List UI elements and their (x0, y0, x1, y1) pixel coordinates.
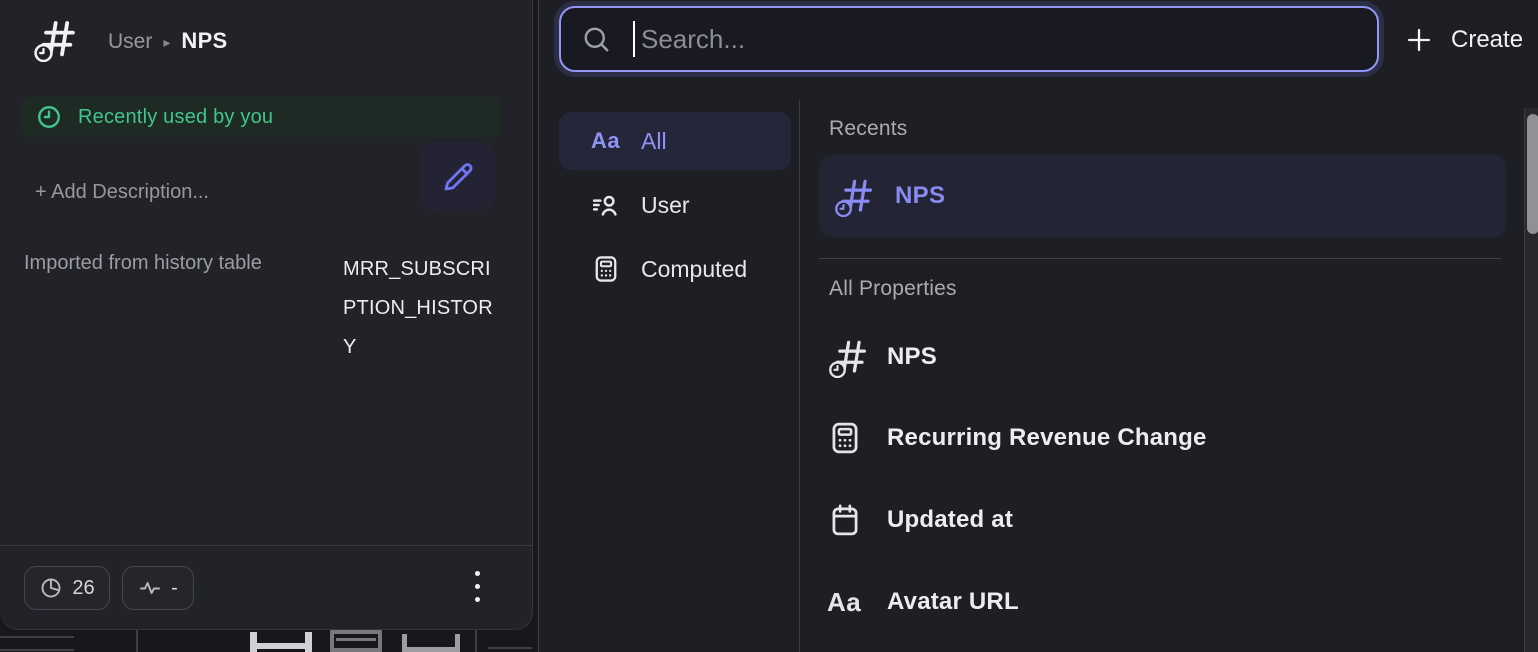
property-item-label: Updated at (887, 506, 1013, 534)
kebab-menu-button[interactable] (468, 565, 486, 607)
hash-clock-icon (827, 336, 869, 378)
recents-item-nps[interactable]: NPS (819, 155, 1506, 237)
breadcrumb-current: NPS (181, 28, 227, 54)
property-item-nps[interactable]: NPS (827, 335, 1506, 379)
background-line (488, 647, 532, 649)
chevron-right-icon: ▸ (163, 34, 170, 51)
results-divider (819, 258, 1501, 259)
hash-clock-icon (833, 175, 875, 217)
property-item-label: Avatar URL (887, 588, 1019, 616)
all-properties-section-title: All Properties (829, 277, 957, 301)
scrollbar-track[interactable] (1524, 108, 1538, 652)
recently-used-badge: Recently used by you (22, 97, 500, 137)
filter-item-user[interactable]: User (559, 176, 791, 234)
filter-label: Computed (641, 256, 747, 283)
property-item-label: NPS (887, 343, 937, 371)
results-panel: Recents NPS All Properties (819, 0, 1506, 652)
user-list-icon (591, 190, 629, 220)
calculator-icon (827, 420, 869, 456)
activity-icon (138, 576, 162, 600)
text-caret (633, 21, 635, 57)
results-divider-vertical (799, 100, 800, 652)
filter-list: Aa All User (559, 112, 791, 298)
background-line (0, 636, 74, 638)
background-line (475, 630, 477, 652)
property-item-recurring-revenue-change[interactable]: Recurring Revenue Change (827, 416, 1506, 460)
recently-used-label: Recently used by you (78, 106, 273, 129)
filter-item-computed[interactable]: Computed (559, 240, 791, 298)
property-header (32, 16, 78, 62)
chart-count-button[interactable]: 26 (24, 566, 110, 610)
recents-item-label: NPS (895, 182, 945, 210)
edit-description-button[interactable] (420, 143, 496, 211)
filter-item-all[interactable]: Aa All (559, 112, 791, 170)
background-shape (402, 634, 460, 652)
background-shape (330, 630, 382, 652)
search-overlay: Create Aa All User (538, 0, 1538, 652)
search-icon (581, 24, 611, 54)
add-description-button[interactable]: + Add Description... (35, 181, 209, 204)
breadcrumb[interactable]: User ▸ NPS (108, 28, 228, 54)
background-shape (250, 632, 312, 652)
property-item-updated-at[interactable]: Updated at (827, 498, 1506, 542)
footer-divider (0, 545, 533, 546)
meta-value: MRR_SUBSCRIPTION_HISTORY (343, 250, 503, 367)
scrollbar-thumb[interactable] (1527, 114, 1538, 234)
meta-label: Imported from history table (24, 252, 262, 275)
app-root: User ▸ NPS Recently used by you + Add De… (0, 0, 1538, 652)
text-format-icon: Aa (827, 587, 869, 618)
chart-count-value: 26 (72, 577, 94, 600)
property-item-avatar-url[interactable]: Aa Avatar URL (827, 580, 1506, 624)
filter-label: User (641, 192, 690, 219)
hash-clock-icon (32, 16, 78, 62)
calendar-icon (827, 502, 869, 538)
pencil-icon (440, 159, 476, 195)
calculator-icon (591, 254, 629, 284)
sparkline-button[interactable]: - (122, 566, 194, 610)
filter-label: All (641, 128, 667, 155)
background-peek (0, 630, 537, 652)
property-panel: User ▸ NPS Recently used by you + Add De… (0, 0, 533, 630)
sparkline-value: - (171, 577, 178, 600)
property-item-label: Recurring Revenue Change (887, 424, 1207, 452)
recents-section-title: Recents (829, 117, 907, 141)
background-line (136, 630, 138, 652)
breadcrumb-parent[interactable]: User (108, 30, 152, 54)
background-line (0, 649, 74, 651)
pie-chart-icon (39, 576, 63, 600)
text-format-icon: Aa (591, 128, 629, 154)
clock-icon (36, 104, 62, 130)
